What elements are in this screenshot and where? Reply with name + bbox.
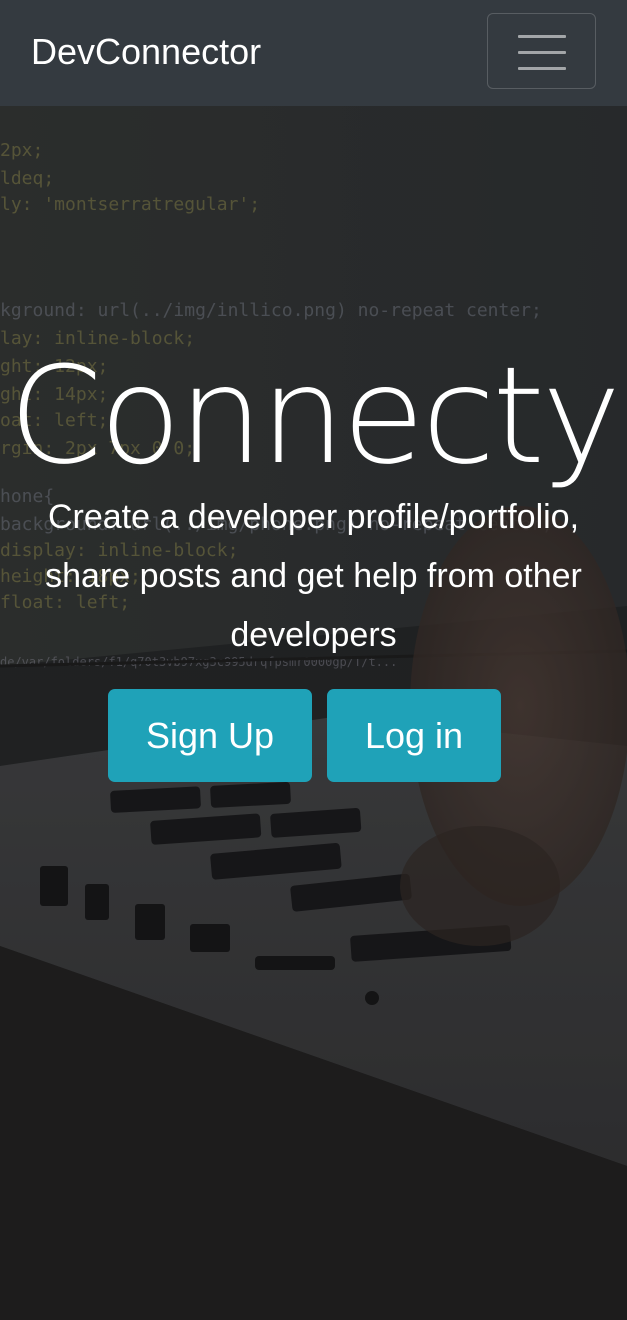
hamburger-menu-icon — [518, 35, 566, 38]
hero-lead-text: Create a developer profile/portfolio, sh… — [45, 498, 582, 654]
hamburger-menu-icon-bar — [518, 51, 566, 54]
brand-link[interactable]: DevConnector — [31, 28, 261, 76]
laptop-code-photo: 2px; ldeq; ly: 'montserratregular'; kgro… — [0, 106, 627, 1320]
landing-hero: 2px; ldeq; ly: 'montserratregular'; kgro… — [0, 106, 627, 1320]
navbar: DevConnector — [0, 0, 627, 106]
sign-up-button[interactable]: Sign Up — [108, 689, 312, 782]
navbar-toggler-button[interactable] — [487, 13, 596, 89]
log-in-button[interactable]: Log in — [327, 689, 501, 782]
hamburger-menu-icon-bar — [518, 67, 566, 70]
hero-title: Connecty — [8, 337, 621, 494]
